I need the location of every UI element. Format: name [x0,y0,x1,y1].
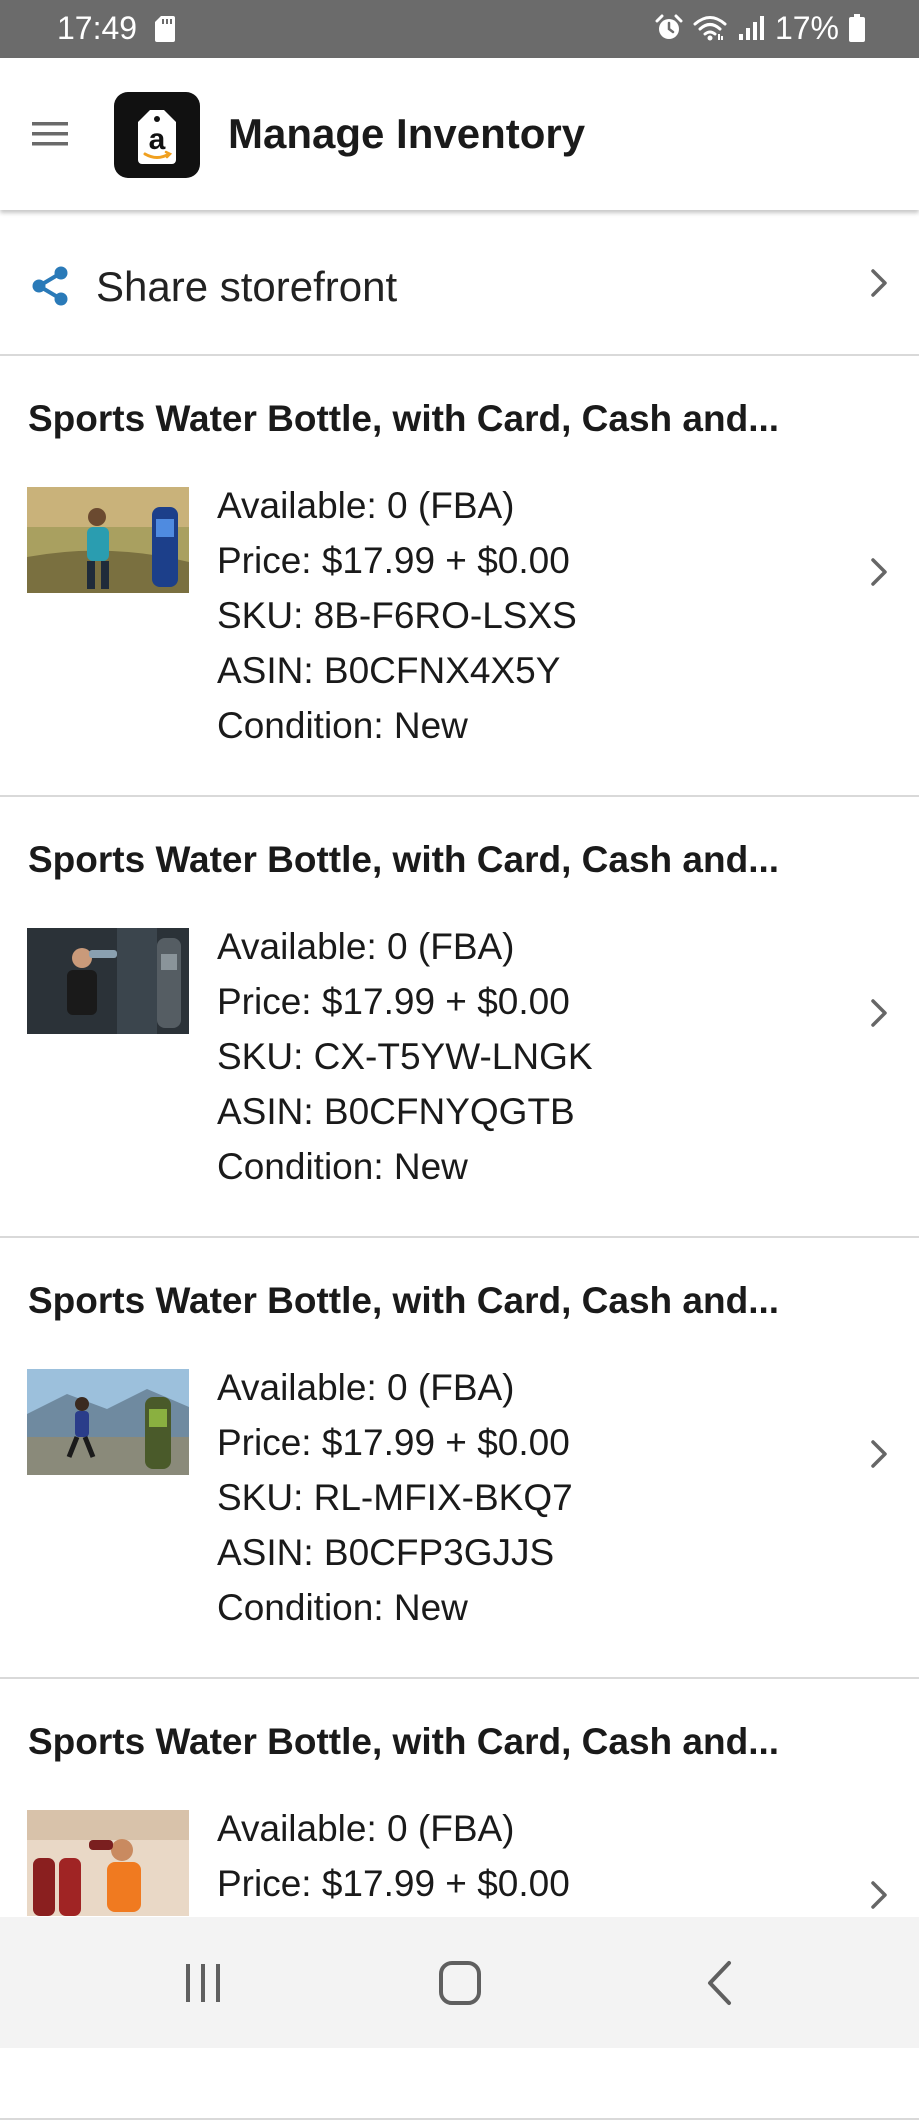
app-bar: a Manage Inventory [0,58,919,210]
product-thumbnail [27,487,189,593]
alarm-icon [655,14,683,39]
signal-icon [738,16,764,40]
chevron-right-icon [871,1881,887,1909]
status-bar: 17:49 17% [0,0,919,58]
price-text: Price: $17.99 + $0.00 [217,540,570,581]
sku-text: SKU: 8B-F6RO-LSXS [217,595,577,636]
available-text: Available: 0 (FBA) [217,485,515,526]
back-icon[interactable] [705,1960,733,2006]
product-thumbnail [27,1810,189,1916]
inventory-listing[interactable]: Sports Water Bottle, with Card, Cash and… [0,1238,919,1679]
listing-details: Available: 0 (FBA) Price: $17.99 + $0.00… [217,478,577,753]
condition-text: Condition: New [217,705,468,746]
page-title: Manage Inventory [228,110,586,157]
battery-percent: 17% [774,10,839,46]
share-storefront-label: Share storefront [96,263,398,310]
asin-text: ASIN: B0CFP3GJJS [217,1532,555,1573]
amazon-tag-logo: a [114,92,200,178]
price-text: Price: $17.99 + $0.00 [217,1422,570,1463]
listing-title: Sports Water Bottle, with Card, Cash and… [28,1280,780,1321]
listing-title: Sports Water Bottle, with Card, Cash and… [28,1721,780,1762]
condition-text: Condition: New [217,1587,468,1628]
listing-details: Available: 0 (FBA) Price: $17.99 + $0.00 [217,1801,570,1911]
home-icon[interactable] [438,1960,482,2006]
condition-text: Condition: New [217,1146,468,1187]
inventory-listing[interactable]: Sports Water Bottle, with Card, Cash and… [0,1679,919,2120]
asin-text: ASIN: B0CFNYQGTB [217,1091,575,1132]
listing-details: Available: 0 (FBA) Price: $17.99 + $0.00… [217,919,593,1194]
system-navigation-bar [0,1917,919,2048]
chevron-right-icon [871,269,887,297]
status-right-group: 17% [655,8,865,48]
asin-text: ASIN: B0CFNX4X5Y [217,650,561,691]
share-storefront-row[interactable]: Share storefront [0,210,919,356]
sku-text: SKU: RL-MFIX-BKQ7 [217,1477,573,1518]
inventory-listing[interactable]: Sports Water Bottle, with Card, Cash and… [0,356,919,797]
sd-card-icon [155,16,175,42]
chevron-right-icon [871,558,887,586]
hamburger-menu-icon[interactable] [32,121,68,147]
listing-title: Sports Water Bottle, with Card, Cash and… [28,839,780,880]
listing-title: Sports Water Bottle, with Card, Cash and… [28,398,780,439]
price-text: Price: $17.99 + $0.00 [217,981,570,1022]
logo-letter: a [149,123,166,156]
price-text: Price: $17.99 + $0.00 [217,1863,570,1904]
sku-text: SKU: CX-T5YW-LNGK [217,1036,593,1077]
chevron-right-icon [871,999,887,1027]
recent-apps-icon[interactable] [182,1962,224,2004]
status-time: 17:49 [57,10,138,46]
available-text: Available: 0 (FBA) [217,926,515,967]
inventory-listing[interactable]: Sports Water Bottle, with Card, Cash and… [0,797,919,1238]
listing-details: Available: 0 (FBA) Price: $17.99 + $0.00… [217,1360,573,1635]
battery-icon [849,14,865,42]
product-thumbnail [27,928,189,1034]
amazon-logo-icon: a [138,110,176,164]
available-text: Available: 0 (FBA) [217,1808,515,1849]
available-text: Available: 0 (FBA) [217,1367,515,1408]
chevron-right-icon [871,1440,887,1468]
wifi-icon [693,16,727,41]
product-thumbnail [27,1369,189,1475]
share-icon [32,266,68,306]
